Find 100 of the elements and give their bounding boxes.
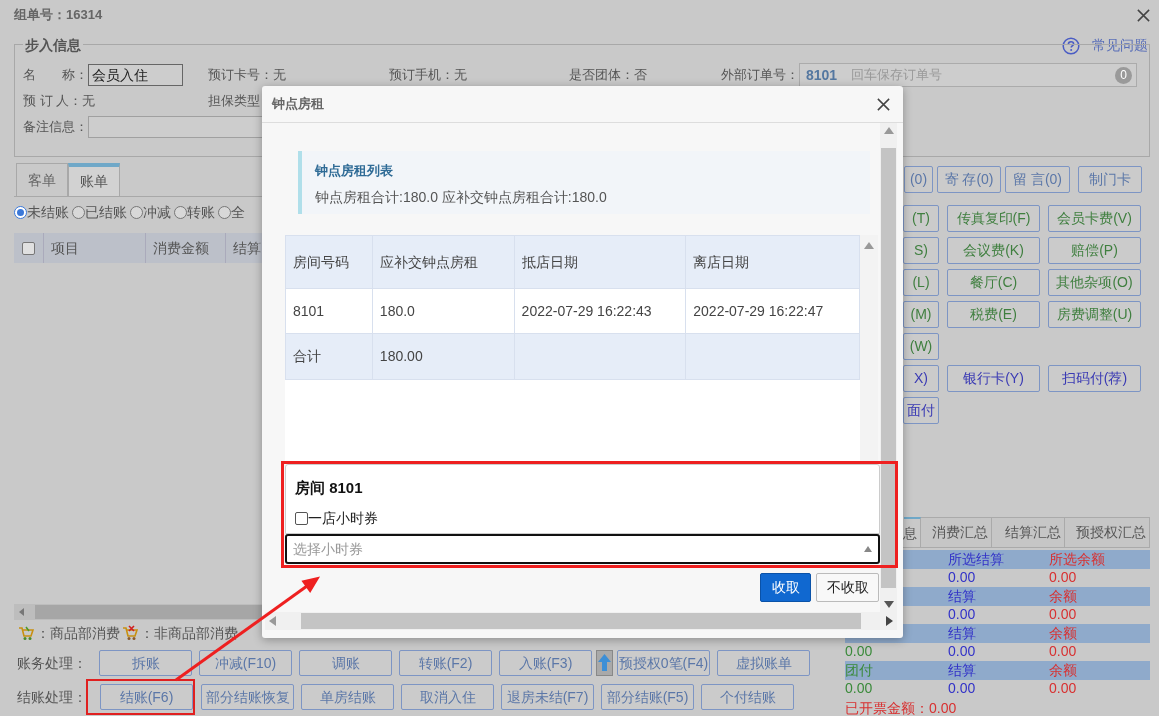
- charge-button[interactable]: 房费调整(U): [1048, 301, 1141, 328]
- radio-label[interactable]: 全: [231, 201, 245, 223]
- summary-label: 余额: [1049, 587, 1077, 604]
- radio-label[interactable]: 已结账: [85, 201, 127, 223]
- column-header: 抵店日期: [514, 235, 686, 289]
- charge-button[interactable]: 会议费(K): [947, 237, 1040, 264]
- payment-button[interactable]: 银行卡(Y): [947, 365, 1040, 392]
- tab[interactable]: 预授权汇总: [1065, 517, 1150, 547]
- charge-button[interactable]: 传真复印(F): [947, 205, 1040, 232]
- charge-button[interactable]: (W): [903, 333, 939, 360]
- scroll-up-icon[interactable]: [864, 242, 874, 249]
- summary-value: 0.00: [948, 643, 976, 660]
- payment-button[interactable]: 面付: [903, 397, 939, 424]
- radio-button[interactable]: [14, 205, 27, 219]
- tab[interactable]: 客单: [16, 163, 68, 196]
- invoiced-amount: 已开票金额：0.00: [845, 700, 958, 716]
- action-button[interactable]: 转账(F2): [399, 650, 492, 676]
- tab[interactable]: 息: [904, 517, 921, 547]
- charge-button[interactable]: 餐厅(C): [947, 269, 1040, 296]
- summary-label: 所选结算: [948, 550, 1004, 567]
- horizontal-scrollbar[interactable]: [265, 612, 897, 630]
- summary-value: 0.00: [845, 643, 873, 660]
- panel-button[interactable]: 留 言(0): [1005, 166, 1070, 193]
- checkbox-label[interactable]: 一店小时券: [308, 507, 378, 529]
- action-button[interactable]: 部分结账(F5): [601, 684, 694, 710]
- action-button[interactable]: 单房结账: [301, 684, 394, 710]
- close-icon[interactable]: [1136, 7, 1151, 23]
- summary-value: 0.00: [948, 606, 976, 623]
- field-label: 备注信息：: [23, 118, 88, 137]
- checkbox[interactable]: [22, 241, 35, 255]
- payment-button[interactable]: X): [903, 365, 939, 392]
- scroll-down-icon[interactable]: [883, 601, 894, 608]
- summary-value: 0.00: [948, 569, 976, 586]
- radio-label[interactable]: 冲减: [143, 201, 171, 223]
- collect-button[interactable]: 收取: [760, 573, 811, 602]
- charge-button[interactable]: S): [903, 237, 939, 264]
- charge-button[interactable]: 会员卡费(V): [1048, 205, 1141, 232]
- summary-label: 团付: [845, 661, 873, 678]
- dialog-title: 钟点房租: [272, 95, 324, 114]
- action-button[interactable]: 取消入住: [401, 684, 494, 710]
- field-label: 担保类型: [208, 92, 260, 111]
- table-cell: 180.00: [372, 333, 515, 380]
- action-button[interactable]: 个付结账: [701, 684, 794, 710]
- field-label: 预订手机：: [389, 66, 454, 85]
- action-button[interactable]: 冲减(F10): [199, 650, 292, 676]
- payment-button[interactable]: 扫码付(荐): [1048, 365, 1141, 392]
- summary-label: 结算: [948, 661, 976, 678]
- section-legend: 步入信息: [23, 35, 83, 56]
- window-title: 组单号：16314: [14, 6, 103, 25]
- charge-button[interactable]: 其他杂项(O): [1048, 269, 1141, 296]
- panel-button[interactable]: 寄 存(0): [937, 166, 1001, 193]
- charge-button[interactable]: (L): [903, 269, 939, 296]
- scroll-up-icon[interactable]: [883, 127, 894, 134]
- field-value: 无: [82, 92, 96, 111]
- scroll-left-icon[interactable]: [269, 616, 276, 626]
- tab[interactable]: 结算汇总: [992, 517, 1065, 547]
- summary-label: 余额: [1049, 624, 1077, 641]
- checkbox[interactable]: [295, 511, 308, 525]
- charge-button[interactable]: (T): [903, 205, 939, 232]
- scroll-right-icon[interactable]: [886, 616, 893, 626]
- field-label: 预 订 人：: [23, 92, 83, 111]
- charge-button[interactable]: 赔偿(P): [1048, 237, 1141, 264]
- radio-button[interactable]: [72, 205, 85, 219]
- radio-button[interactable]: [130, 205, 143, 219]
- action-button[interactable]: 调账: [299, 650, 392, 676]
- action-button[interactable]: 预授权0笔(F4): [617, 650, 710, 676]
- action-button[interactable]: 部分结账恢复: [201, 684, 294, 710]
- table-cell: 8101: [285, 288, 373, 334]
- action-button[interactable]: 退房未结(F7): [501, 684, 594, 710]
- input-field[interactable]: 会员入住: [88, 64, 183, 86]
- vertical-scrollbar[interactable]: [860, 235, 878, 461]
- cart-cross-icon: [122, 625, 138, 641]
- action-button[interactable]: 结账(F6): [100, 684, 193, 710]
- radio-label[interactable]: 转账: [187, 201, 215, 223]
- vertical-scrollbar[interactable]: [880, 123, 897, 612]
- field-label: 名 称：: [23, 66, 88, 85]
- field-value: 否: [634, 66, 647, 85]
- help-icon[interactable]: [1062, 36, 1080, 55]
- close-icon[interactable]: [876, 96, 891, 112]
- charge-button[interactable]: 税费(E): [947, 301, 1040, 328]
- column-header: 房间号码: [285, 235, 373, 289]
- radio-button[interactable]: [174, 205, 187, 219]
- voucher-select[interactable]: 选择小时券: [285, 534, 880, 564]
- decline-button[interactable]: 不收取: [816, 573, 879, 602]
- radio-button[interactable]: [218, 205, 231, 219]
- charge-button[interactable]: (M): [903, 301, 939, 328]
- radio-label[interactable]: 未结账: [27, 201, 69, 223]
- scroll-left-icon[interactable]: [17, 607, 27, 617]
- panel-button[interactable]: (0): [904, 166, 933, 193]
- dropdown-arrow-icon[interactable]: [864, 546, 872, 552]
- tab[interactable]: 账单: [68, 163, 120, 196]
- action-button[interactable]: 拆账: [99, 650, 192, 676]
- field-value: 无: [273, 66, 286, 85]
- row-label: 账务处理：: [17, 653, 88, 673]
- panel-button[interactable]: 制门卡: [1078, 166, 1142, 193]
- action-button[interactable]: 虚拟账单: [717, 650, 810, 676]
- summary-label: 所选余额: [1049, 550, 1105, 567]
- cart-icon: [18, 625, 34, 641]
- action-button[interactable]: 入账(F3): [499, 650, 592, 676]
- tab[interactable]: 消费汇总: [921, 517, 992, 547]
